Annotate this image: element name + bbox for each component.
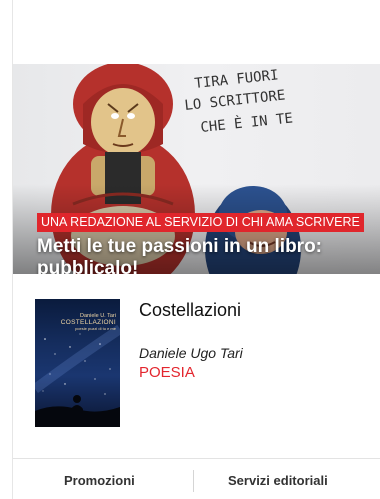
bottom-tabs: Promozioni Servizi editoriali (13, 459, 380, 499)
book-card[interactable]: Daniele U. Tari COSTELLAZIONI poesie puz… (13, 274, 380, 449)
handwritten-line-1: TIRA FUORI (194, 67, 280, 92)
tab-divider (193, 470, 194, 492)
book-title[interactable]: Costellazioni (139, 300, 241, 321)
handwritten-line-3: CHE È IN TE (200, 109, 294, 136)
book-genre[interactable]: POESIA (139, 364, 195, 381)
tab-promotions[interactable]: Promozioni (64, 473, 135, 488)
hero-banner[interactable]: TIRA FUORI LO SCRITTORE CHE È IN TE UNA … (13, 64, 380, 274)
book-cover[interactable]: Daniele U. Tari COSTELLAZIONI poesie puz… (35, 299, 120, 427)
hero-badge: UNA REDAZIONE AL SERVIZIO DI CHI AMA SCR… (37, 213, 364, 232)
hero-title[interactable]: Metti le tue passioni in un libro: pubbl… (37, 236, 377, 274)
book-author[interactable]: Daniele Ugo Tari (139, 345, 243, 361)
cover-title: COSTELLAZIONI (60, 319, 116, 326)
tab-editorial-services[interactable]: Servizi editoriali (228, 473, 328, 488)
cover-subtitle: poesie puzzi di tu e me (75, 326, 116, 331)
